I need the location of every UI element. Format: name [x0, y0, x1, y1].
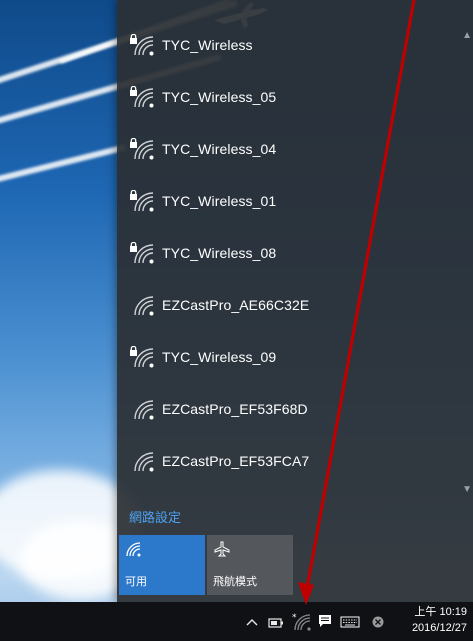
- wifi-icon: [126, 542, 141, 557]
- secured-wifi-icon: [130, 34, 154, 56]
- clock-time: 上午 10:19: [414, 606, 467, 618]
- action-center-icon[interactable]: [318, 614, 332, 628]
- airplane-mode-tile[interactable]: 飛航模式: [207, 535, 293, 595]
- network-name: TYC_Wireless: [162, 37, 253, 53]
- secured-wifi-icon: [130, 190, 154, 212]
- clock-date: 2016/12/27: [411, 622, 467, 634]
- network-item[interactable]: TYC_Wireless: [117, 19, 457, 71]
- network-name: TYC_Wireless_05: [162, 89, 277, 105]
- network-name: TYC_Wireless_01: [162, 193, 277, 209]
- wifi-icon: [134, 452, 154, 472]
- wifi-tile-label: 可用: [125, 576, 147, 588]
- network-item[interactable]: TYC_Wireless_09: [117, 331, 457, 383]
- keyboard-icon[interactable]: [340, 616, 360, 628]
- wifi-icon[interactable]: *: [292, 612, 312, 632]
- wifi-icon: [134, 296, 154, 316]
- airplane-tile-label: 飛航模式: [213, 576, 257, 588]
- airplane-icon: [214, 541, 230, 557]
- network-name: TYC_Wireless_09: [162, 349, 277, 365]
- network-name: EZCastPro_EF53FCA7: [162, 453, 310, 469]
- network-name: EZCastPro_EF53F68D: [162, 401, 308, 417]
- wifi-icon: [134, 400, 154, 420]
- network-settings-link[interactable]: 網路設定: [129, 507, 181, 526]
- secured-wifi-icon: [130, 138, 154, 160]
- contrail: [0, 144, 127, 184]
- network-name: EZCastPro_AE66C32E: [162, 297, 310, 313]
- network-item[interactable]: EZCastPro_EF53F68D: [117, 383, 457, 435]
- scrollbar[interactable]: [465, 20, 473, 490]
- scroll-up-icon[interactable]: ▲: [462, 30, 472, 41]
- taskbar-clock[interactable]: 上午 10:19 2016/12/27: [412, 604, 467, 636]
- network-item[interactable]: TYC_Wireless_08: [117, 227, 457, 279]
- scroll-down-icon[interactable]: ▼: [462, 484, 472, 495]
- network-item[interactable]: TYC_Wireless_01: [117, 175, 457, 227]
- chevron-up-icon[interactable]: [246, 617, 258, 627]
- svg-text:*: *: [292, 613, 297, 623]
- secured-wifi-icon: [130, 346, 154, 368]
- network-name: TYC_Wireless_04: [162, 141, 277, 157]
- network-item[interactable]: TYC_Wireless_04: [117, 123, 457, 175]
- network-item[interactable]: EZCastPro_AE66C32E: [117, 279, 457, 331]
- taskbar: * 上午 10:19 2016/12/27: [0, 602, 473, 641]
- network-item[interactable]: TYC_Wireless_05: [117, 71, 457, 123]
- secured-wifi-icon: [130, 86, 154, 108]
- network-flyout: TYC_Wireless TYC_Wireless_05 TYC_Wireless_…: [117, 0, 473, 602]
- network-name: TYC_Wireless_08: [162, 245, 277, 261]
- battery-icon[interactable]: [268, 618, 284, 628]
- close-circle-icon[interactable]: [372, 616, 384, 628]
- network-item[interactable]: EZCastPro_EF53FCA7: [117, 435, 457, 487]
- secured-wifi-icon: [130, 242, 154, 264]
- wifi-toggle-tile[interactable]: 可用: [119, 535, 205, 595]
